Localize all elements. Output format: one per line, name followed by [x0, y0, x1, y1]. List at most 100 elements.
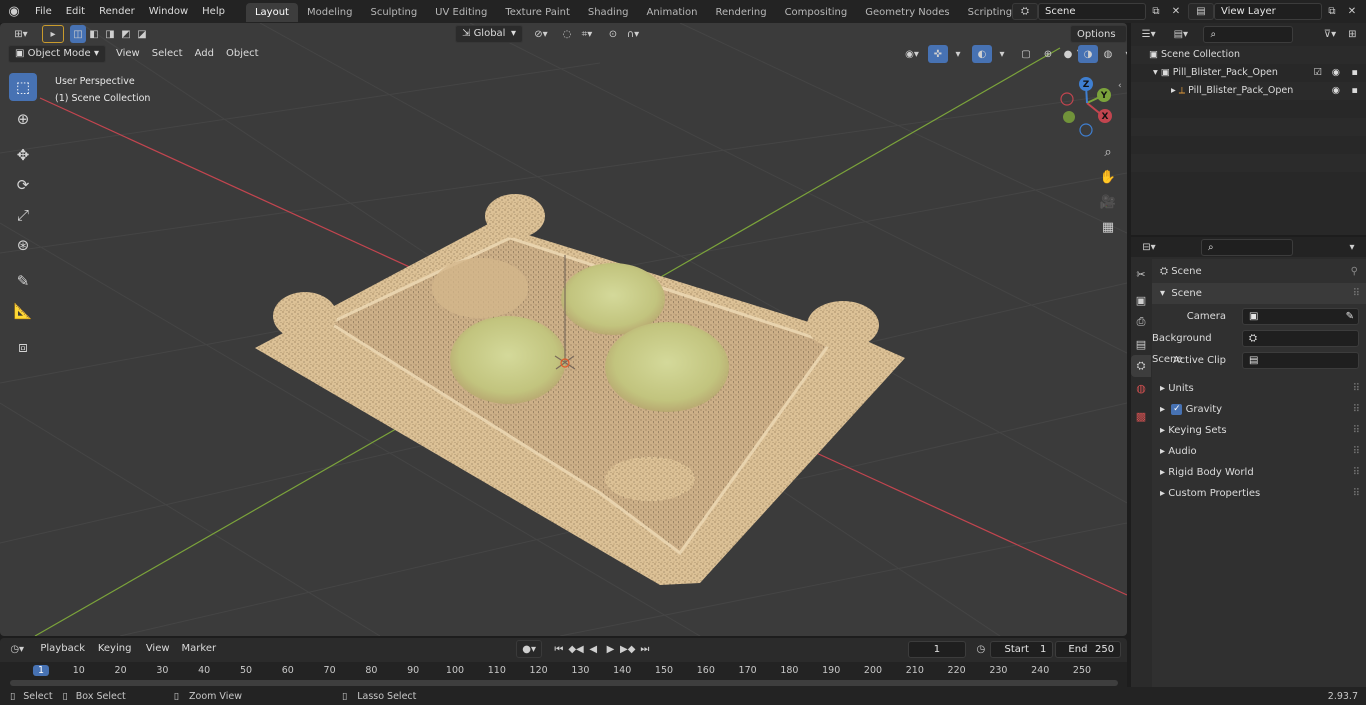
menu-edit[interactable]: Edit: [59, 0, 92, 23]
panel-rigid-body-world[interactable]: ▸ Rigid Body World ⠿: [1152, 462, 1366, 483]
solid-shading-icon[interactable]: ●: [1058, 45, 1078, 63]
outliner-row-object[interactable]: ▸ ⟂ Pill_Blister_Pack_Open ◉ ▪: [1131, 82, 1366, 100]
drag-handle-icon[interactable]: ⠿: [1353, 283, 1360, 304]
gizmo-toggle-icon[interactable]: ✜: [928, 45, 948, 63]
blender-logo-icon[interactable]: ◉: [0, 3, 28, 21]
new-scene-icon[interactable]: ⧉: [1146, 3, 1166, 21]
world-tab-icon[interactable]: ◍: [1131, 377, 1151, 399]
jump-end-icon[interactable]: ⏭: [636, 640, 653, 658]
pivot-point-icon[interactable]: ⊘▾: [531, 25, 551, 43]
current-frame-field[interactable]: 1: [907, 640, 967, 658]
camera-render-icon[interactable]: ▪: [1352, 64, 1358, 82]
tab-modeling[interactable]: Modeling: [298, 3, 362, 22]
view-layer-tab-icon[interactable]: ▤: [1131, 333, 1151, 355]
panel-scene-header[interactable]: ▾ Scene ⠿: [1152, 283, 1366, 304]
play-reverse-icon[interactable]: ◀: [585, 640, 602, 658]
output-tab-icon[interactable]: ⎙: [1131, 311, 1151, 333]
zoom-icon[interactable]: ⌕: [1096, 140, 1120, 164]
new-collection-icon[interactable]: ⊞: [1343, 25, 1362, 43]
new-view-layer-icon[interactable]: ⧉: [1322, 3, 1342, 21]
select-tool-icon[interactable]: ▸: [42, 25, 64, 43]
select-mode-intersect-icon[interactable]: ◪: [134, 25, 150, 43]
tab-compositing[interactable]: Compositing: [776, 3, 857, 22]
delete-view-layer-icon[interactable]: ✕: [1342, 3, 1362, 21]
tab-shading[interactable]: Shading: [579, 3, 638, 22]
pin-icon[interactable]: ⚲: [1351, 266, 1358, 277]
panel-units[interactable]: ▸ Units ⠿: [1152, 378, 1366, 399]
object-mode-dropdown[interactable]: ▣ Object Mode ▾: [8, 45, 106, 63]
tool-tab-icon[interactable]: ✂: [1131, 263, 1151, 285]
editor-type-icon[interactable]: ⊞▾: [8, 25, 34, 43]
drag-handle-icon[interactable]: ⠿: [1353, 462, 1360, 483]
menu-select[interactable]: Select: [146, 45, 189, 63]
delete-scene-icon[interactable]: ✕: [1166, 3, 1186, 21]
add-cube-tool-icon[interactable]: ⧈: [9, 333, 37, 361]
orientation-dropdown[interactable]: ⇲ Global ▾: [455, 25, 523, 43]
panel-custom-properties[interactable]: ▸ Custom Properties ⠿: [1152, 483, 1366, 504]
background-scene-field[interactable]: ⛭: [1242, 330, 1359, 347]
next-keyframe-icon[interactable]: ▶◆: [619, 640, 636, 658]
properties-editor-icon[interactable]: ⊟▾: [1135, 238, 1163, 256]
rendered-shading-icon[interactable]: ◍: [1098, 45, 1118, 63]
end-frame-field[interactable]: End 250: [1055, 640, 1122, 658]
select-mode-invert-icon[interactable]: ◩: [118, 25, 134, 43]
view-layer-field[interactable]: View Layer: [1214, 3, 1322, 20]
select-mode-extend-icon[interactable]: ◧: [86, 25, 102, 43]
visibility-icon[interactable]: ◉▾: [902, 45, 922, 63]
rotate-tool-icon[interactable]: ⟳: [9, 171, 37, 199]
panel-keying-sets[interactable]: ▸ Keying Sets ⠿: [1152, 420, 1366, 441]
marker-menu[interactable]: Marker: [176, 640, 223, 658]
menu-window[interactable]: Window: [142, 0, 195, 23]
properties-options-icon[interactable]: ▾: [1342, 238, 1362, 256]
tab-texture-paint[interactable]: Texture Paint: [496, 3, 579, 22]
expand-arrow-icon[interactable]: ▾: [1153, 67, 1161, 78]
falloff-icon[interactable]: ∩▾: [623, 25, 643, 43]
tab-animation[interactable]: Animation: [638, 3, 707, 22]
render-tab-icon[interactable]: ▣: [1131, 289, 1151, 311]
use-preview-range-icon[interactable]: ◷: [972, 640, 989, 658]
scene-browse-icon[interactable]: ⛭: [1012, 3, 1038, 20]
menu-view[interactable]: View: [110, 45, 146, 63]
annotate-tool-icon[interactable]: ✎: [9, 267, 37, 295]
panel-audio[interactable]: ▸ Audio ⠿: [1152, 441, 1366, 462]
timeline-editor-icon[interactable]: ◷▾: [6, 640, 28, 658]
camera-field[interactable]: ▣ ✎: [1242, 308, 1359, 325]
camera-render-icon[interactable]: ▪: [1352, 82, 1358, 100]
snap-icon[interactable]: ◌: [557, 25, 577, 43]
timeline-scrollbar[interactable]: [10, 680, 1118, 686]
tab-geometry-nodes[interactable]: Geometry Nodes: [856, 3, 958, 22]
3d-viewport[interactable]: ⊞▾ ▸ ◫ ◧ ◨ ◩ ◪ ⇲ Global ▾ ⊘▾ ◌ ⌗▾ ⊙ ∩▾ O…: [0, 23, 1127, 636]
menu-render[interactable]: Render: [92, 0, 142, 23]
snap-target-icon[interactable]: ⌗▾: [577, 25, 597, 43]
texture-tab-icon[interactable]: ▩: [1131, 405, 1151, 427]
keying-menu[interactable]: Keying ▾: [92, 640, 140, 672]
filter-icon[interactable]: ⊽▾: [1317, 25, 1342, 43]
outliner-editor-icon[interactable]: ☰▾: [1135, 25, 1162, 43]
drag-handle-icon[interactable]: ⠿: [1353, 483, 1360, 504]
menu-add[interactable]: Add: [189, 45, 220, 63]
shading-dropdown-icon[interactable]: ▾: [1118, 45, 1127, 63]
camera-view-icon[interactable]: 🎥: [1096, 190, 1120, 214]
start-frame-field[interactable]: Start 1: [989, 640, 1054, 658]
xray-icon[interactable]: ▢: [1016, 45, 1036, 63]
eye-icon[interactable]: ◉: [1332, 64, 1340, 82]
panel-gravity[interactable]: ▸ ✓ Gravity ⠿: [1152, 399, 1366, 420]
scale-tool-icon[interactable]: ⤢: [9, 201, 37, 229]
pan-hand-icon[interactable]: ✋: [1096, 165, 1120, 189]
tab-rendering[interactable]: Rendering: [706, 3, 775, 22]
prev-keyframe-icon[interactable]: ◆◀: [567, 640, 584, 658]
navigation-gizmo[interactable]: Y X Z: [1055, 73, 1121, 139]
select-mode-subtract-icon[interactable]: ◨: [102, 25, 118, 43]
drag-handle-icon[interactable]: ⠿: [1353, 441, 1360, 462]
menu-file[interactable]: File: [28, 0, 59, 23]
proportional-editing-icon[interactable]: ⊙: [603, 25, 623, 43]
perspective-toggle-icon[interactable]: ▦: [1096, 215, 1120, 239]
drag-handle-icon[interactable]: ⠿: [1353, 399, 1360, 420]
current-frame-marker[interactable]: 1: [32, 665, 50, 676]
record-icon[interactable]: ●▾: [516, 640, 543, 658]
drag-handle-icon[interactable]: ⠿: [1353, 378, 1360, 399]
overlays-dropdown-icon[interactable]: ▾: [992, 45, 1012, 63]
properties-search-input[interactable]: ⌕: [1201, 238, 1293, 256]
overlays-toggle-icon[interactable]: ◐: [972, 45, 992, 63]
material-shading-icon[interactable]: ◑: [1078, 45, 1098, 63]
